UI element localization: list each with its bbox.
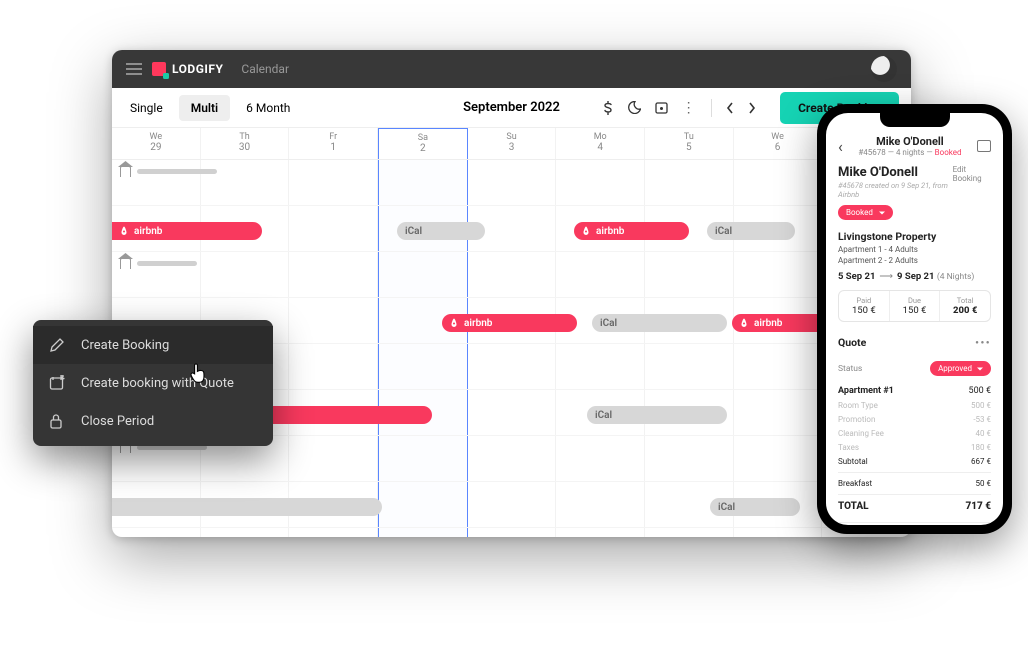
apartment-line: Apartment 1 - 4 Adults	[838, 245, 991, 254]
quote-header: Quote	[838, 336, 866, 349]
pencil-icon	[49, 337, 67, 353]
booking-chip-ical[interactable]: iCal	[592, 314, 727, 332]
day-col: Tu5	[645, 128, 734, 159]
calendar-row[interactable]: iCal	[112, 482, 911, 528]
property-row	[112, 160, 911, 206]
prev-month-icon[interactable]	[726, 102, 734, 114]
ctx-create-booking[interactable]: Create Booking	[33, 326, 273, 364]
view-tab-6month[interactable]: 6 Month	[234, 95, 302, 121]
subtotal-line: Subtotal667 €	[838, 457, 991, 466]
divider	[838, 522, 991, 523]
quote-line: Taxes180 €	[838, 443, 991, 452]
edit-booking-link[interactable]: Edit Booking	[953, 165, 991, 183]
phone-mockup: ‹ Mike O'Donell #45678 — 4 nights — Book…	[817, 104, 1012, 534]
ctx-close-period[interactable]: Close Period	[33, 402, 273, 440]
view-tab-multi[interactable]: Multi	[179, 95, 230, 121]
day-col: We6	[734, 128, 823, 159]
context-menu: Create Booking Create booking with Quote…	[33, 320, 273, 446]
airbnb-icon	[118, 225, 130, 237]
status-badge[interactable]: Booked	[838, 205, 893, 220]
hamburger-icon[interactable]	[126, 63, 142, 75]
divider	[838, 472, 991, 473]
day-col: Mo4	[556, 128, 645, 159]
airbnb-icon	[448, 317, 460, 329]
booking-dates: 5 Sep 21⟶9 Sep 21 (4 Nights)	[838, 271, 991, 282]
booking-chip-ical[interactable]: iCal	[710, 498, 800, 516]
next-month-icon[interactable]	[748, 102, 756, 114]
chat-icon[interactable]	[977, 140, 991, 152]
booking-chip-ical[interactable]: iCal	[397, 222, 485, 240]
booking-chip-airbnb[interactable]: airbnb	[442, 314, 577, 332]
avatar[interactable]	[871, 56, 897, 82]
ctx-label: Create Booking	[81, 338, 169, 353]
day-header: We29 Th30 Fr1 Sa2 Su3 Mo4 Tu5 We6 Th7	[112, 128, 911, 160]
property-placeholder	[137, 169, 217, 174]
today-icon[interactable]	[655, 101, 668, 114]
ctx-label: Close Period	[81, 414, 154, 429]
view-tab-single[interactable]: Single	[118, 95, 175, 121]
money-box: Paid150 € Due150 € Total200 €	[838, 290, 991, 322]
lock-icon	[49, 413, 67, 429]
day-col: Th30	[201, 128, 290, 159]
titlebar: LODGIFY Calendar	[112, 50, 911, 88]
day-col-highlight: Sa2	[378, 128, 468, 159]
booking-chip-ical[interactable]: iCal	[587, 406, 727, 424]
divider	[838, 494, 991, 495]
home-icon	[120, 166, 131, 177]
phone-screen: ‹ Mike O'Donell #45678 — 4 nights — Book…	[826, 113, 1003, 525]
home-icon	[120, 258, 131, 269]
quote-line: Room Type500 €	[838, 401, 991, 410]
more-icon[interactable]: •••	[975, 336, 991, 349]
day-col: Fr1	[289, 128, 378, 159]
toolbar-separator	[711, 99, 712, 117]
brand: LODGIFY	[152, 62, 223, 76]
quote-line: Cleaning Fee40 €	[838, 429, 991, 438]
property-placeholder	[137, 261, 197, 266]
currency-icon[interactable]	[602, 101, 614, 115]
brand-name: LODGIFY	[172, 62, 223, 76]
booking-meta: #45678 created on 9 Sep 21, from Airbnb	[838, 181, 953, 199]
ctx-label: Create booking with Quote	[81, 376, 234, 391]
moon-icon[interactable]	[628, 101, 641, 114]
airbnb-icon	[738, 317, 750, 329]
cursor-icon	[190, 363, 208, 383]
status-label: Status	[838, 364, 862, 374]
property-name: Livingstone Property	[838, 230, 991, 243]
booking-chip-airbnb[interactable]: airbnb	[112, 222, 262, 240]
calendar-row[interactable]: airbnb iCal airbnb iCal	[112, 206, 911, 252]
app-window: LODGIFY Calendar Single Multi 6 Month Se…	[112, 50, 911, 537]
phone-title: Mike O'Donell #45678 — 4 nights — Booked	[843, 135, 977, 157]
status-approved-badge[interactable]: Approved	[930, 361, 991, 376]
booking-chip-ical[interactable]: iCal	[707, 222, 795, 240]
guest-name: Mike O'Donell	[838, 165, 953, 180]
booking-chip-ical[interactable]	[112, 498, 382, 516]
toolbar: Single Multi 6 Month September 2022 ⋮ Cr…	[112, 88, 911, 128]
breakfast-line: Breakfast50 €	[838, 479, 991, 488]
airbnb-icon	[580, 225, 592, 237]
quote-line: Promotion-53 €	[838, 415, 991, 424]
calendar-plus-icon	[49, 375, 67, 391]
day-col: We29	[112, 128, 201, 159]
more-icon[interactable]: ⋮	[682, 100, 698, 116]
module-name: Calendar	[241, 62, 289, 76]
total-line: TOTAL717 €	[838, 501, 991, 512]
booking-chip-airbnb[interactable]: airbnb	[574, 222, 689, 240]
property-row	[112, 252, 911, 298]
ctx-create-booking-quote[interactable]: Create booking with Quote	[33, 364, 273, 402]
brand-logo-icon	[152, 62, 166, 76]
apartment-line: Apartment 2 - 2 Adults	[838, 256, 991, 265]
day-col: Su3	[468, 128, 557, 159]
